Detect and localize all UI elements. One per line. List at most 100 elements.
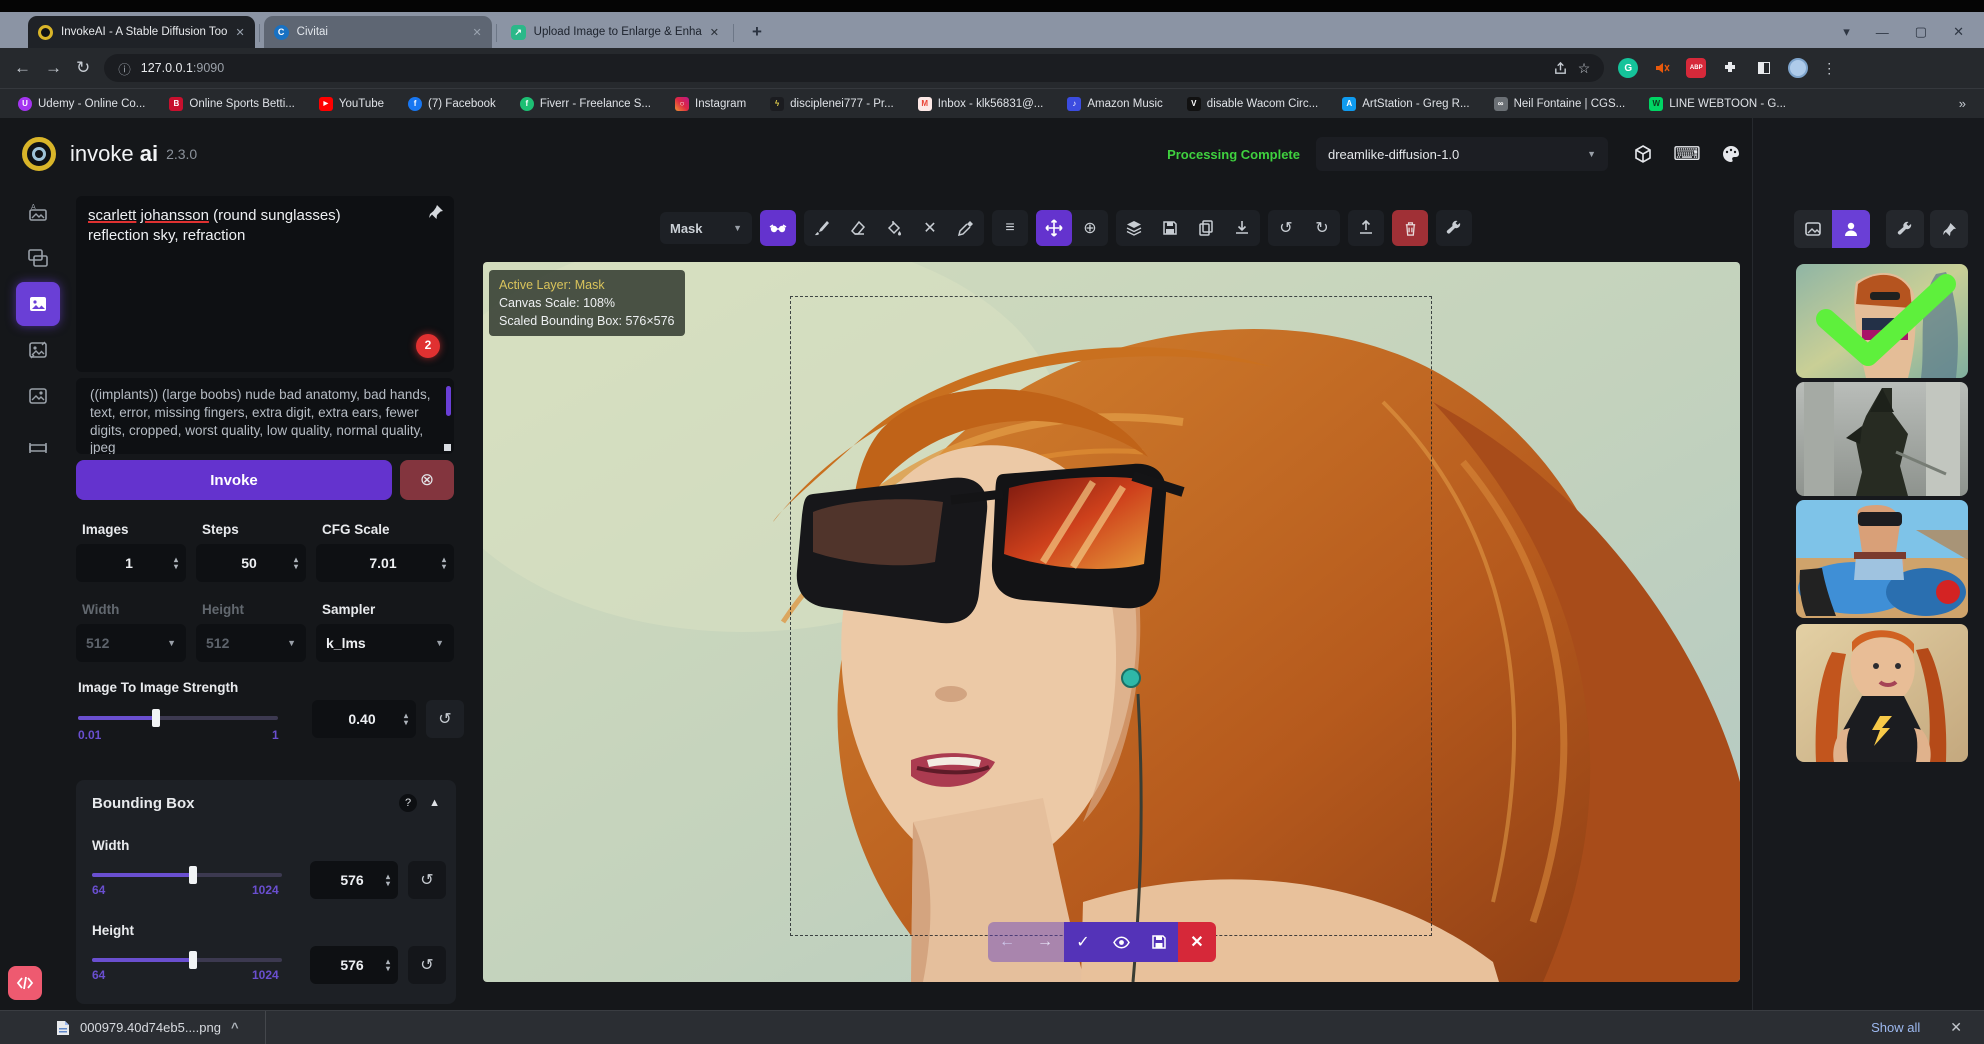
bookmarks-overflow-button[interactable]: » bbox=[1959, 96, 1966, 111]
adblock-extension-icon[interactable]: ABP bbox=[1686, 58, 1706, 78]
images-input[interactable]: 1▴▾ bbox=[76, 544, 186, 582]
discard-staging-button[interactable]: ✕ bbox=[1178, 922, 1216, 962]
share-icon[interactable] bbox=[1553, 61, 1568, 76]
tab-close-icon[interactable]: ✕ bbox=[472, 26, 481, 39]
sampler-select[interactable]: k_lms▼ bbox=[316, 624, 454, 662]
clear-mask-button[interactable]: ✕ bbox=[912, 210, 948, 246]
download-image-button[interactable] bbox=[1224, 210, 1260, 246]
stepper-arrows[interactable]: ▴▾ bbox=[442, 556, 446, 570]
cancel-button[interactable]: ⊗ bbox=[400, 460, 454, 500]
prompt-input[interactable]: scarlett johansson (round sunglasses) re… bbox=[76, 196, 454, 372]
tab-close-icon[interactable]: ✕ bbox=[235, 26, 244, 39]
bookmark-item[interactable]: ○Instagram bbox=[675, 97, 746, 111]
bookmark-item[interactable]: ∞Neil Fontaine | CGS... bbox=[1494, 97, 1626, 111]
merge-layers-button[interactable] bbox=[1116, 210, 1152, 246]
clear-canvas-button[interactable] bbox=[1392, 210, 1428, 246]
model-manager-icon[interactable] bbox=[1632, 143, 1654, 165]
height-select[interactable]: 512▼ bbox=[196, 624, 306, 662]
fill-tool-button[interactable] bbox=[876, 210, 912, 246]
cfg-scale-input[interactable]: 7.01▴▾ bbox=[316, 544, 454, 582]
width-select[interactable]: 512▼ bbox=[76, 624, 186, 662]
canvas-area[interactable]: Active Layer: Mask Canvas Scale: 108% Sc… bbox=[483, 262, 1740, 982]
negative-prompt-input[interactable]: ((implants)) (large boobs) nude bad anat… bbox=[76, 378, 454, 454]
bbox-height-input[interactable]: 576▴▾ bbox=[310, 946, 398, 984]
bookmark-item[interactable]: Vdisable Wacom Circ... bbox=[1187, 97, 1318, 111]
browser-menu-icon[interactable]: ⋮ bbox=[1822, 60, 1836, 77]
profile-avatar[interactable] bbox=[1788, 58, 1808, 78]
gallery-images-button[interactable] bbox=[1794, 210, 1832, 248]
site-info-icon[interactable]: ⓘ bbox=[118, 59, 131, 78]
tab-upload-image[interactable]: ↗ Upload Image to Enlarge & Enha ✕ bbox=[501, 16, 729, 48]
console-toggle-button[interactable] bbox=[8, 966, 42, 1000]
redo-button[interactable]: ↻ bbox=[1304, 210, 1340, 246]
window-menu-button[interactable]: ▾ bbox=[1843, 24, 1850, 40]
undo-button[interactable]: ↺ bbox=[1268, 210, 1304, 246]
bookmark-item[interactable]: AArtStation - Greg R... bbox=[1342, 97, 1469, 111]
previous-image-button[interactable]: ← bbox=[988, 922, 1026, 962]
window-maximize-button[interactable]: ▢ bbox=[1915, 24, 1927, 40]
tab-unified-canvas[interactable] bbox=[16, 282, 60, 326]
canvas-settings-button[interactable] bbox=[1436, 210, 1472, 246]
bookmark-item[interactable]: ▶YouTube bbox=[319, 97, 384, 111]
bookmark-item[interactable]: UUdemy - Online Co... bbox=[18, 97, 145, 111]
slider-thumb[interactable] bbox=[152, 709, 160, 727]
pin-gallery-button[interactable] bbox=[1930, 210, 1968, 248]
gallery-thumbnail[interactable] bbox=[1796, 624, 1968, 762]
stepper-arrows[interactable]: ▴▾ bbox=[386, 873, 390, 887]
slider-thumb[interactable] bbox=[189, 951, 197, 969]
bookmark-item[interactable]: f(7) Facebook bbox=[408, 97, 496, 111]
tab-training[interactable] bbox=[16, 426, 60, 470]
bookmark-item[interactable]: ♪Amazon Music bbox=[1067, 97, 1162, 111]
bookmark-item[interactable]: BOnline Sports Betti... bbox=[169, 97, 294, 111]
copy-to-clipboard-button[interactable] bbox=[1188, 210, 1224, 246]
layer-select[interactable]: Mask▼ bbox=[660, 212, 752, 244]
gallery-user-button[interactable] bbox=[1832, 210, 1870, 248]
model-select[interactable]: dreamlike-diffusion-1.0 ▼ bbox=[1316, 137, 1608, 171]
bbox-height-reset-button[interactable]: ↺ bbox=[408, 946, 446, 984]
tab-image-to-image[interactable] bbox=[16, 236, 60, 280]
canvas-bounding-box[interactable] bbox=[790, 296, 1432, 936]
bookmark-item[interactable]: fFiverr - Freelance S... bbox=[520, 97, 651, 111]
download-expand-icon[interactable]: ^ bbox=[231, 1020, 239, 1035]
steps-input[interactable]: 50▴▾ bbox=[196, 544, 306, 582]
tab-text-to-image[interactable]: A bbox=[16, 190, 60, 234]
strength-input[interactable]: 0.40▴▾ bbox=[312, 700, 416, 738]
bbox-height-slider[interactable] bbox=[92, 958, 282, 962]
next-image-button[interactable]: → bbox=[1026, 922, 1064, 962]
gallery-settings-button[interactable] bbox=[1886, 210, 1924, 248]
brush-tool-button[interactable] bbox=[804, 210, 840, 246]
extensions-puzzle-icon[interactable] bbox=[1720, 58, 1740, 78]
tab-invokeai[interactable]: InvokeAI - A Stable Diffusion Too ✕ bbox=[28, 16, 255, 48]
collapse-chevron-icon[interactable]: ▲ bbox=[429, 797, 440, 809]
help-icon[interactable]: ? bbox=[399, 794, 417, 812]
address-bar[interactable]: ⓘ 127.0.0.1:9090 ☆ bbox=[104, 54, 1604, 82]
resize-handle[interactable] bbox=[444, 444, 451, 451]
gallery-thumbnail[interactable] bbox=[1796, 500, 1968, 618]
stepper-arrows[interactable]: ▴▾ bbox=[386, 958, 390, 972]
scrollbar-thumb[interactable] bbox=[446, 386, 451, 416]
color-picker-button[interactable] bbox=[948, 210, 984, 246]
back-button[interactable]: ← bbox=[14, 58, 31, 78]
bookmark-item[interactable]: WLINE WEBTOON - G... bbox=[1649, 97, 1786, 111]
sidebar-extension-icon[interactable] bbox=[1754, 58, 1774, 78]
stepper-arrows[interactable]: ▴▾ bbox=[174, 556, 178, 570]
grammarly-extension-icon[interactable]: G bbox=[1618, 58, 1638, 78]
bookmark-item[interactable]: ϟdisciplenei777 - Pr... bbox=[770, 97, 894, 111]
window-close-button[interactable]: ✕ bbox=[1953, 24, 1964, 40]
stepper-arrows[interactable]: ▴▾ bbox=[294, 556, 298, 570]
gallery-thumbnail[interactable] bbox=[1796, 382, 1968, 496]
eraser-tool-button[interactable] bbox=[840, 210, 876, 246]
tab-nodes[interactable] bbox=[16, 328, 60, 372]
window-minimize-button[interactable]: — bbox=[1876, 25, 1889, 40]
forward-button[interactable]: → bbox=[45, 58, 62, 78]
invoke-button[interactable]: Invoke bbox=[76, 460, 392, 500]
close-download-bar-icon[interactable]: ✕ bbox=[1950, 1019, 1984, 1036]
strength-reset-button[interactable]: ↺ bbox=[426, 700, 464, 738]
bbox-width-input[interactable]: 576▴▾ bbox=[310, 861, 398, 899]
save-to-gallery-button[interactable] bbox=[1152, 210, 1188, 246]
bookmark-star-icon[interactable]: ☆ bbox=[1578, 60, 1591, 77]
stepper-arrows[interactable]: ▴▾ bbox=[404, 712, 408, 726]
strength-slider[interactable] bbox=[78, 716, 278, 720]
brush-options-button[interactable]: ≡ bbox=[992, 210, 1028, 246]
tab-close-icon[interactable]: ✕ bbox=[710, 26, 719, 39]
